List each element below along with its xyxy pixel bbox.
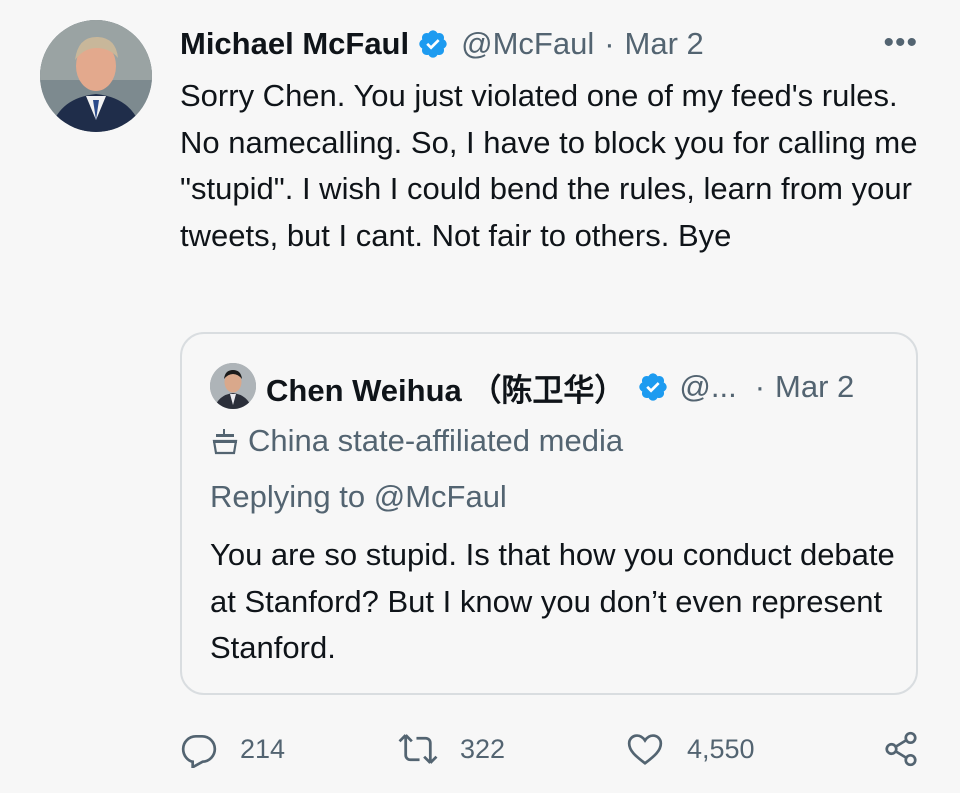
quoted-author-handle[interactable]: @... [679,369,736,405]
share-button[interactable] [882,730,942,768]
state-media-icon [212,429,238,455]
reply-icon [181,734,217,768]
like-count: 4,550 [687,733,755,764]
quoted-tweet-date[interactable]: Mar 2 [775,369,854,405]
tweet-date[interactable]: Mar 2 [625,26,704,62]
action-bar: 214 322 4,550 [180,730,920,770]
author-handle[interactable]: @McFaul [461,26,594,62]
reply-count: 214 [240,733,286,764]
replying-prefix: Replying to [210,479,374,514]
replying-handle-link[interactable]: @McFaul [374,479,507,514]
author-name[interactable]: Michael McFaul [180,26,409,62]
retweet-icon [398,734,438,764]
retweet-button[interactable]: 322 [398,730,505,768]
separator-dot: · [754,369,766,404]
verified-badge-icon [639,373,668,401]
verified-badge-icon [419,30,447,58]
quoted-tweet[interactable]: Chen Weihua （陈卫华） @... · Mar 2 China sta… [180,332,918,695]
quoted-tweet-header: Chen Weihua （陈卫华） @... · Mar 2 [266,364,854,410]
quoted-author-avatar[interactable] [210,363,256,409]
state-media-label[interactable]: China state-affiliated media [212,423,623,459]
like-icon [627,734,663,765]
replying-to: Replying to @McFaul [210,479,507,515]
author-avatar[interactable] [40,20,152,132]
reply-button[interactable]: 214 [180,730,285,768]
like-button[interactable]: 4,550 [625,730,755,768]
tweet-text: Sorry Chen. You just violated one of my … [180,78,918,253]
tweet-header: Michael McFaul @McFaul · Mar 2 [180,22,704,66]
quoted-tweet-text: You are so stupid. Is that how you condu… [210,537,895,665]
state-media-text: China state-affiliated media [248,423,624,458]
separator-dot: · [604,26,615,61]
more-icon[interactable]: ••• [883,26,918,60]
share-icon [885,731,917,767]
quoted-author-name[interactable]: Chen Weihua （陈卫华） [266,365,625,410]
retweet-count: 322 [460,733,506,764]
